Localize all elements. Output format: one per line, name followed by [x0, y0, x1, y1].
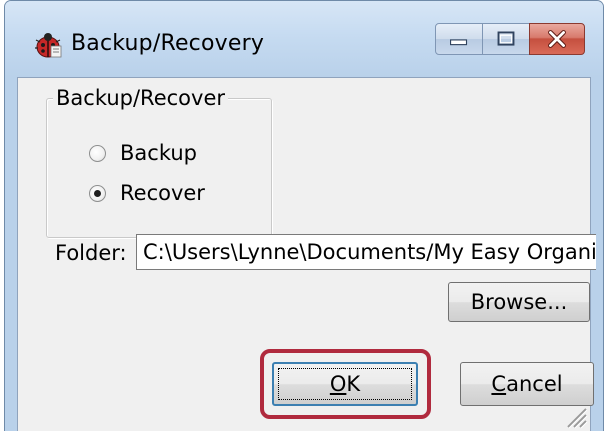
window-title: Backup/Recovery	[71, 31, 265, 56]
minimize-button[interactable]	[435, 23, 483, 55]
maximize-icon	[497, 31, 515, 46]
cancel-label-rest: ancel	[506, 372, 563, 396]
resize-grip-icon[interactable]	[560, 401, 588, 429]
group-legend: Backup/Recover	[53, 84, 228, 112]
ladybug-icon	[35, 33, 62, 58]
backup-recover-group: Backup/Recover Backup Recover	[46, 84, 272, 238]
radio-recover[interactable]	[89, 184, 106, 202]
cancel-mnemonic: C	[491, 372, 507, 396]
radio-backup-label: Backup	[120, 141, 197, 165]
backup-recovery-dialog: Backup/Recovery Backup/Recover Backup Re…	[4, 0, 604, 431]
radio-backup-option[interactable]: Backup	[89, 141, 197, 165]
maximize-button[interactable]	[482, 23, 530, 55]
close-icon	[548, 30, 566, 48]
browse-button[interactable]: Browse...	[448, 282, 590, 322]
folder-label: Folder:	[55, 241, 127, 265]
radio-selected-dot	[94, 189, 101, 197]
minimize-icon	[450, 39, 468, 46]
caption-buttons	[435, 23, 585, 57]
title-bar[interactable]: Backup/Recovery	[5, 1, 603, 77]
radio-recover-option[interactable]: Recover	[89, 181, 205, 205]
close-button[interactable]	[529, 23, 585, 55]
folder-path-field[interactable]: C:\Users\Lynne\Documents/My Easy Organiz…	[136, 234, 596, 270]
ok-highlight-annotation	[260, 349, 431, 419]
radio-backup[interactable]	[89, 144, 106, 162]
radio-recover-label: Recover	[120, 181, 205, 205]
cancel-button[interactable]: Cancel	[460, 362, 594, 406]
dialog-body: Backup/Recover Backup Recover Folder: C:…	[17, 77, 596, 431]
